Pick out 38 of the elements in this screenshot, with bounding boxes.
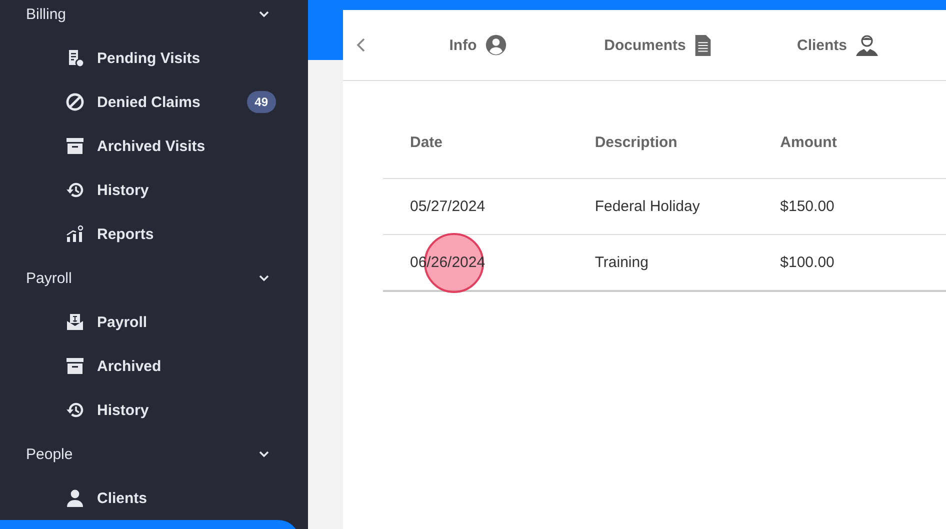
column-header: Amount bbox=[753, 81, 937, 178]
sidebar-item[interactable]: Archived bbox=[0, 344, 308, 388]
archive-box-icon bbox=[66, 137, 84, 155]
sidebar-item[interactable]: Denied Claims 49 bbox=[0, 80, 308, 124]
table-cell: 06/26/2024 bbox=[383, 234, 568, 290]
table-cell: Federal Holiday bbox=[568, 178, 754, 234]
column-header: Date bbox=[383, 81, 568, 178]
history-icon bbox=[66, 181, 84, 199]
account-circle-icon bbox=[484, 34, 507, 56]
sidebar-item[interactable]: Pending Visits bbox=[0, 36, 308, 80]
sidebar-section[interactable]: Billing bbox=[0, 0, 308, 36]
tab[interactable]: Clients bbox=[748, 33, 928, 57]
document-icon bbox=[66, 49, 84, 67]
sidebar-item[interactable]: Payroll bbox=[0, 300, 308, 344]
tab[interactable]: Info bbox=[388, 34, 568, 56]
count-badge: 49 bbox=[246, 91, 276, 113]
tab[interactable]: Documents bbox=[568, 34, 748, 56]
sidebar-item[interactable]: Archived Visits bbox=[0, 124, 308, 168]
bar-chart-icon bbox=[66, 225, 84, 243]
column-header: Description bbox=[568, 81, 754, 178]
table-cell: Training bbox=[568, 234, 754, 290]
table-cell: $150.00 bbox=[753, 178, 937, 234]
back-chevron-icon[interactable] bbox=[356, 37, 366, 53]
table-cell: 05/27/2024 bbox=[383, 178, 568, 234]
sidebar-section[interactable]: Payroll bbox=[0, 256, 308, 300]
history-icon bbox=[66, 401, 84, 419]
money-envelope-icon bbox=[66, 313, 84, 331]
sidebar-section[interactable]: People bbox=[0, 432, 308, 476]
person-icon bbox=[66, 489, 84, 507]
archive-box-icon bbox=[66, 357, 84, 375]
user-outline-icon bbox=[855, 33, 879, 57]
sidebar-item[interactable]: Reports bbox=[0, 212, 308, 256]
sidebar-item[interactable]: History bbox=[0, 168, 308, 212]
block-icon bbox=[66, 93, 84, 111]
sidebar-item[interactable]: Clients bbox=[0, 476, 308, 520]
document-icon bbox=[694, 34, 712, 56]
table-cell: $100.00 bbox=[753, 234, 937, 290]
sidebar-item[interactable]: History bbox=[0, 388, 308, 432]
